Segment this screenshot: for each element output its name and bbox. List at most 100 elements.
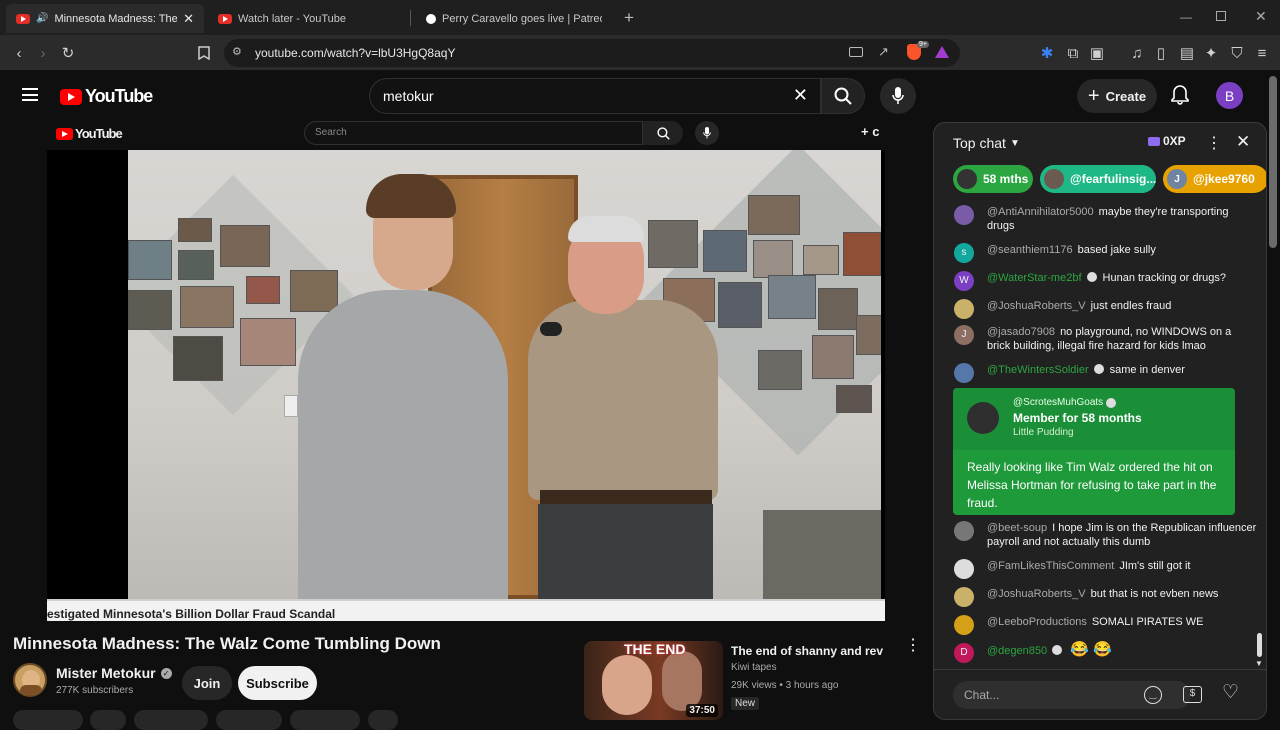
address-bar[interactable]: ⚙ youtube.com/watch?v=lbU3HgQ8aqY ↗ 9+ bbox=[224, 39, 960, 67]
user-avatar[interactable] bbox=[954, 587, 974, 607]
chat-scrollbar[interactable] bbox=[1257, 633, 1262, 657]
voice-search-button[interactable] bbox=[880, 78, 916, 114]
message-author[interactable]: @FamLikesThisComment bbox=[987, 560, 1114, 572]
message-author[interactable]: @JoshuaRoberts_V bbox=[987, 300, 1086, 312]
user-avatar[interactable] bbox=[954, 205, 974, 225]
user-avatar[interactable] bbox=[954, 521, 974, 541]
hamburger-menu-icon[interactable] bbox=[22, 88, 38, 101]
message-author[interactable]: @seanthiem1176 bbox=[987, 244, 1073, 256]
person-pants bbox=[538, 504, 713, 599]
page-scrollbar[interactable] bbox=[1269, 76, 1277, 248]
message-author[interactable]: @beet-soup bbox=[987, 522, 1047, 534]
message-author[interactable]: @AntiAnnihilator5000 bbox=[987, 206, 1094, 218]
recommended-channel[interactable]: Kiwi tapes bbox=[731, 662, 777, 673]
message-author[interactable]: @JoshuaRoberts_V bbox=[987, 588, 1086, 600]
embedded-logo-text: YouTube bbox=[75, 126, 123, 141]
user-avatar[interactable]: D bbox=[954, 643, 974, 663]
tab-watch-later[interactable]: Watch later - YouTube bbox=[208, 4, 408, 33]
ticker-pill-jkee[interactable]: J @jkee9760 bbox=[1163, 165, 1266, 193]
message-author[interactable]: @LeeboProductions bbox=[987, 616, 1087, 628]
user-avatar[interactable]: W bbox=[954, 271, 974, 291]
back-icon[interactable]: ‹ bbox=[8, 42, 30, 64]
tab-label: Perry Caravello goes live | Patreo bbox=[442, 12, 602, 25]
message-author[interactable]: @jasado7908 bbox=[987, 326, 1055, 338]
search-button[interactable] bbox=[821, 78, 865, 114]
tab-patreon[interactable]: Perry Caravello goes live | Patreo bbox=[416, 4, 612, 33]
screenshot-icon[interactable]: ▣ bbox=[1086, 42, 1108, 64]
new-tab-button[interactable]: + bbox=[624, 8, 634, 28]
leo-ai-icon[interactable]: ✦ bbox=[1200, 42, 1222, 64]
like-button[interactable] bbox=[13, 710, 83, 730]
cast-icon[interactable] bbox=[849, 47, 863, 57]
search-query[interactable]: metokur bbox=[383, 88, 434, 104]
more-actions-button[interactable] bbox=[368, 710, 398, 730]
speaker-icon[interactable]: 🔊 bbox=[36, 13, 48, 24]
message-author[interactable]: @TheWintersSoldier bbox=[987, 364, 1089, 376]
super-chat-icon[interactable]: $ bbox=[1183, 686, 1202, 703]
recommended-more-icon[interactable]: ⋮ bbox=[905, 638, 921, 654]
recommended-title[interactable]: The end of shanny and rev bbox=[731, 644, 883, 658]
member-badge-icon bbox=[1106, 397, 1117, 408]
share-button[interactable] bbox=[90, 710, 126, 730]
forward-icon[interactable]: › bbox=[32, 42, 54, 64]
user-avatar[interactable] bbox=[954, 299, 974, 319]
vpn-icon[interactable]: ✱ bbox=[1036, 42, 1058, 64]
extensions-icon[interactable]: ⧉ bbox=[1062, 42, 1084, 64]
wallet-icon[interactable]: ▤ bbox=[1176, 42, 1198, 64]
sidebar-icon[interactable]: ▯ bbox=[1150, 42, 1172, 64]
user-avatar[interactable]: s bbox=[954, 243, 974, 263]
user-avatar[interactable] bbox=[954, 559, 974, 579]
clip-button[interactable] bbox=[134, 710, 208, 730]
emoji-picker-icon[interactable]: ‿ bbox=[1144, 686, 1162, 704]
member-badge-icon bbox=[1052, 645, 1063, 655]
close-chat-icon[interactable]: ✕ bbox=[1236, 132, 1250, 152]
user-avatar[interactable] bbox=[967, 402, 999, 434]
shield-icon[interactable]: ⛉ bbox=[1226, 42, 1248, 64]
member-pill[interactable]: 58 mths bbox=[953, 165, 1033, 193]
video-player[interactable]: YouTube Search + c estigated Minnesota's… bbox=[47, 121, 885, 621]
account-avatar[interactable]: B bbox=[1216, 82, 1243, 109]
save-button[interactable] bbox=[290, 710, 360, 730]
minimize-icon[interactable]: — bbox=[1180, 10, 1192, 24]
youtube-logo[interactable]: YouTube bbox=[60, 86, 153, 107]
channel-name[interactable]: Mister Metokur ✓ bbox=[56, 665, 172, 681]
share-icon[interactable]: ↗ bbox=[878, 44, 889, 60]
milestone-subtitle: Member for 58 months bbox=[1013, 411, 1142, 425]
recommended-thumbnail[interactable]: THE END 37:50 bbox=[584, 641, 723, 720]
message-author[interactable]: @WaterStar-me2bf bbox=[987, 272, 1082, 284]
wall-photo bbox=[753, 240, 793, 278]
channel-name-text[interactable]: Mister Metokur bbox=[56, 665, 156, 681]
ticker-pill-fearfulinsig[interactable]: @fearfulinsig... bbox=[1040, 165, 1156, 193]
user-avatar[interactable]: J bbox=[954, 325, 974, 345]
tab-minnesota-madness[interactable]: 🔊 Minnesota Madness: The Wal ✕ bbox=[6, 4, 204, 33]
search-input[interactable]: metokur ✕ bbox=[369, 78, 821, 114]
subscribe-button[interactable]: Subscribe bbox=[238, 666, 317, 700]
message-author[interactable]: @degen850 bbox=[987, 645, 1047, 657]
close-window-icon[interactable]: ✕ bbox=[1255, 8, 1267, 25]
reload-icon[interactable]: ↻ bbox=[57, 42, 79, 64]
user-avatar[interactable] bbox=[954, 363, 974, 383]
top-chat-dropdown[interactable]: Top chat ▼ bbox=[953, 135, 1020, 151]
user-avatar[interactable] bbox=[954, 615, 974, 635]
light-switch bbox=[284, 395, 298, 417]
chat-more-icon[interactable]: ⋮ bbox=[1206, 133, 1222, 153]
bookmark-icon[interactable] bbox=[193, 42, 215, 64]
brave-rewards-icon[interactable] bbox=[935, 46, 949, 58]
heart-icon[interactable]: ♡ bbox=[1222, 681, 1239, 704]
message-author[interactable]: @ScrotesMuhGoats bbox=[1013, 397, 1103, 408]
url-text[interactable]: youtube.com/watch?v=lbU3HgQ8aqY bbox=[255, 46, 455, 60]
notifications-bell-icon[interactable] bbox=[1171, 85, 1189, 110]
clear-search-icon[interactable]: ✕ bbox=[793, 85, 808, 106]
media-icon[interactable]: ♫ bbox=[1126, 42, 1148, 64]
wall-photo bbox=[128, 290, 172, 330]
join-button[interactable]: Join bbox=[182, 666, 232, 700]
site-settings-icon[interactable]: ⚙ bbox=[232, 45, 242, 58]
tab-close-icon[interactable]: ✕ bbox=[183, 11, 194, 27]
create-button[interactable]: + Create bbox=[1077, 79, 1157, 113]
restore-icon[interactable] bbox=[1216, 11, 1226, 21]
menu-icon[interactable]: ≡ bbox=[1251, 42, 1273, 64]
xp-indicator[interactable]: 0XP bbox=[1148, 134, 1186, 148]
thanks-button[interactable] bbox=[216, 710, 282, 730]
scroll-down-arrow-icon[interactable]: ▼ bbox=[1255, 659, 1263, 668]
channel-avatar[interactable] bbox=[13, 663, 47, 697]
